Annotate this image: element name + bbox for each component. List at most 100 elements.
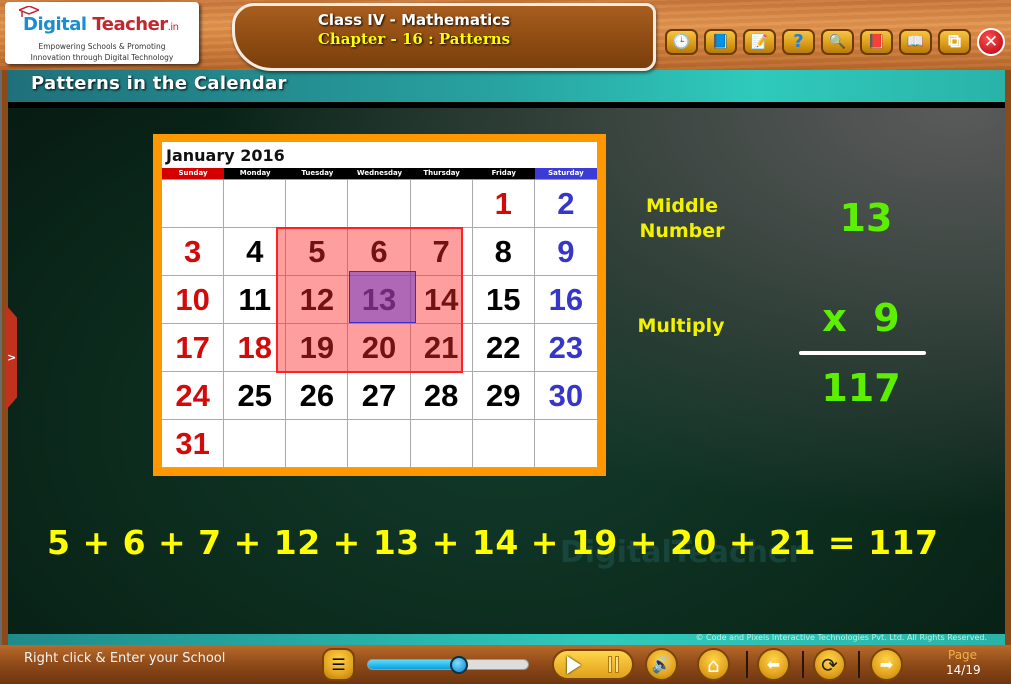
calendar-date-17[interactable]: 17 [162, 324, 225, 372]
calendar-empty-cell [348, 420, 411, 468]
section-title: Patterns in the Calendar [31, 73, 287, 94]
calendar-empty-cell [162, 180, 225, 228]
dictionary-button[interactable]: 📕 [860, 29, 893, 55]
open-book-icon: 📖 [906, 34, 925, 50]
calendar-date-18[interactable]: 18 [224, 324, 287, 372]
calendar-date-7[interactable]: 7 [410, 228, 473, 276]
weekday-monday: Monday [224, 168, 287, 179]
weekday-tuesday: Tuesday [286, 168, 349, 179]
multiplier-value: x 9 [822, 296, 900, 340]
class-title: Class IV - Mathematics [317, 11, 511, 29]
calendar-date-8[interactable]: 8 [472, 228, 535, 276]
calendar-date-19[interactable]: 19 [286, 324, 349, 372]
middle-label-line1: Middle [645, 195, 719, 217]
calendar-date-30[interactable]: 30 [534, 372, 597, 420]
calendar-empty-cell [472, 420, 535, 468]
sum-equation: 5 + 6 + 7 + 12 + 13 + 14 + 19 + 20 + 21 … [47, 523, 939, 562]
volume-icon: 🔊 [651, 654, 672, 674]
calendar-empty-cell [224, 180, 287, 228]
search-button[interactable]: 🔍 [821, 29, 854, 55]
help-icon: ? [793, 31, 804, 52]
calendar-date-27[interactable]: 27 [348, 372, 411, 420]
play-icon[interactable] [567, 655, 582, 674]
page-label: Page [948, 648, 978, 662]
calendar-date-3[interactable]: 3 [162, 228, 225, 276]
multiply-label: Multiply [637, 315, 725, 337]
calendar-date-25[interactable]: 25 [224, 372, 287, 420]
weekday-saturday: Saturday [534, 168, 597, 179]
logo-brand-teacher: Teacher [92, 14, 168, 35]
calendar-empty-cell [410, 180, 473, 228]
notepad-button[interactable]: 📝 [743, 29, 776, 55]
calendar-date-15[interactable]: 15 [472, 276, 535, 324]
weekday-friday: Friday [472, 168, 535, 179]
calendar-empty-cell [410, 420, 473, 468]
copyright-text: © Code and Pixels Interactive Technologi… [695, 633, 988, 642]
calendar-date-26[interactable]: 26 [286, 372, 349, 420]
calendar-date-10[interactable]: 10 [162, 276, 225, 324]
reference-book-icon: 📘 [711, 34, 730, 50]
replay-icon: ⟳ [821, 652, 838, 677]
next-button[interactable]: ➡ [870, 648, 903, 681]
calendar-date-1[interactable]: 1 [472, 180, 535, 228]
pause-icon[interactable] [607, 656, 619, 673]
logo: Digital Teacher.in Empowering Schools & … [5, 2, 199, 64]
calendar-date-2[interactable]: 2 [534, 180, 597, 228]
bottom-bar: Right click & Enter your School ☰ 🔊 ⌂ ⬅ … [0, 645, 1011, 684]
calendar-date-13[interactable]: 13 [348, 276, 411, 324]
clock-folder-icon: 🕒 [672, 34, 691, 50]
arrow-right-icon: ➡ [879, 654, 894, 674]
calendar-date-9[interactable]: 9 [534, 228, 597, 276]
calendar-month-title: January 2016 [166, 146, 285, 165]
window-resize-icon: ⧉ [948, 31, 961, 52]
back-button[interactable]: ⬅ [757, 648, 790, 681]
calendar-date-23[interactable]: 23 [534, 324, 597, 372]
calendar-empty-cell [534, 420, 597, 468]
calendar-date-16[interactable]: 16 [534, 276, 597, 324]
tree-menu-icon: ☰ [331, 654, 346, 674]
result-divider-line [799, 351, 926, 355]
calendar-date-4[interactable]: 4 [224, 228, 287, 276]
logo-tagline-1: Empowering Schools & Promoting [38, 42, 166, 51]
calendar-date-20[interactable]: 20 [348, 324, 411, 372]
calendar-date-24[interactable]: 24 [162, 372, 225, 420]
progress-fill [368, 660, 460, 669]
logo-tagline-2: Innovation through Digital Technology [30, 53, 174, 62]
calendar-date-31[interactable]: 31 [162, 420, 225, 468]
reference-book-button[interactable]: 📘 [704, 29, 737, 55]
separator [746, 651, 748, 678]
menu-button[interactable]: ☰ [322, 648, 355, 681]
window-resize-button[interactable]: ⧉ [938, 29, 971, 55]
volume-button[interactable]: 🔊 [645, 648, 678, 681]
school-prompt[interactable]: Right click & Enter your School [24, 651, 225, 666]
clock-folder-button[interactable]: 🕒 [665, 29, 698, 55]
home-icon: ⌂ [707, 652, 720, 677]
progress-knob[interactable] [450, 656, 469, 674]
weekday-thursday: Thursday [410, 168, 473, 179]
play-pause-group [552, 649, 634, 680]
middle-number-value: 13 [839, 196, 893, 240]
calendar-date-14[interactable]: 14 [410, 276, 473, 324]
calendar-date-21[interactable]: 21 [410, 324, 473, 372]
calendar-empty-cell [348, 180, 411, 228]
home-button[interactable]: ⌂ [697, 648, 730, 681]
weekday-sunday: Sunday [162, 168, 225, 179]
calendar-date-29[interactable]: 29 [472, 372, 535, 420]
logo-brand-suffix: .in [167, 22, 179, 33]
replay-button[interactable]: ⟳ [813, 648, 846, 681]
logo-text: Digital Teacher.in [23, 14, 179, 35]
calendar-date-22[interactable]: 22 [472, 324, 535, 372]
calendar-date-12[interactable]: 12 [286, 276, 349, 324]
close-button[interactable]: ✕ [977, 28, 1005, 56]
help-button[interactable]: ? [782, 29, 815, 55]
open-book-button[interactable]: 📖 [899, 29, 932, 55]
calendar-date-28[interactable]: 28 [410, 372, 473, 420]
calendar-empty-cell [224, 420, 287, 468]
middle-label-line2: Number [639, 220, 725, 242]
calendar-date-11[interactable]: 11 [224, 276, 287, 324]
calendar-date-6[interactable]: 6 [348, 228, 411, 276]
progress-slider[interactable] [367, 656, 529, 674]
side-panel-toggle[interactable]: > [6, 305, 17, 410]
calendar-empty-cell [286, 180, 349, 228]
calendar-date-5[interactable]: 5 [286, 228, 349, 276]
